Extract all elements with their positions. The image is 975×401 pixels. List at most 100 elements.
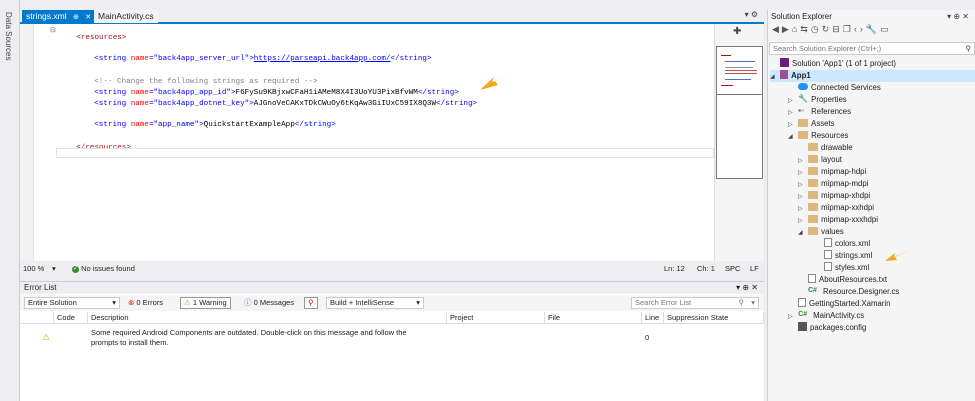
data-sources-rail[interactable]: Data Sources	[0, 0, 20, 401]
row-line: 0	[645, 333, 650, 342]
tree-item-mipmap-xxhdpi[interactable]: ▷ mipmap-xxhdpi	[798, 202, 874, 214]
column-header-description[interactable]: Description	[88, 312, 447, 324]
chevron-down-icon[interactable]: ▾	[751, 298, 755, 308]
expanded-icon[interactable]: ◢	[770, 71, 778, 83]
search-icon[interactable]: ⚲	[966, 43, 972, 54]
tree-item-connected-services[interactable]: Connected Services	[798, 82, 881, 94]
editor-minimap-scrollbar[interactable]: ✚	[714, 24, 764, 261]
chevron-down-icon: ▾	[112, 298, 116, 307]
row-description-line-2: prompts to install them.	[91, 338, 169, 347]
folder-icon	[808, 214, 819, 223]
warnings-filter-button[interactable]: ⚠ 1 Warning	[180, 297, 231, 309]
csharp-icon: C#	[798, 311, 808, 318]
zoom-dropdown-icon[interactable]: ▾	[52, 264, 56, 273]
view-code-icon[interactable]: ‹›	[854, 24, 866, 34]
properties-icon[interactable]: 🔧	[866, 24, 880, 34]
whitespace-mode[interactable]: SPC	[725, 264, 740, 273]
collapse-all-icon[interactable]: ⊟	[832, 24, 843, 34]
error-list-search-input[interactable]: Search Error List ⚲ ▾	[631, 297, 759, 309]
show-all-files-icon[interactable]: ❐	[843, 24, 854, 34]
editor-gutter	[20, 24, 34, 261]
tree-item-mipmap-mdpi[interactable]: ▷ mipmap-mdpi	[798, 178, 868, 190]
server-url-link[interactable]: https://parseapi.back4app.com/	[254, 55, 391, 63]
expanded-icon[interactable]: ◢	[798, 227, 806, 239]
error-table-header: Code Description Project File Line Suppr…	[20, 312, 764, 324]
line-ending[interactable]: LF	[750, 264, 759, 273]
tree-item-mipmap-hdpi[interactable]: ▷ mipmap-hdpi	[798, 166, 866, 178]
solution-explorer-title: Solution Explorer	[771, 12, 832, 21]
tree-item-styles-xml[interactable]: styles.xml	[824, 262, 869, 274]
tree-item-drawable[interactable]: drawable	[808, 142, 853, 154]
package-icon	[798, 322, 807, 332]
column-header-suppression[interactable]: Suppression State	[664, 312, 764, 324]
tree-item-resources[interactable]: ◢ Resources	[788, 130, 848, 142]
column-header-project[interactable]: Project	[447, 312, 545, 324]
check-circle-icon: ✓	[72, 265, 79, 273]
tree-item-solution[interactable]: Solution 'App1' (1 of 1 project)	[780, 58, 896, 70]
errors-filter-button[interactable]: ⊗ 0 Errors	[124, 297, 167, 309]
references-icon: ▪▫	[798, 106, 804, 115]
column-header-code[interactable]: Code	[54, 312, 88, 324]
tree-item-gettingstarted[interactable]: GettingStarted.Xamarin	[798, 298, 890, 310]
minimap-viewport[interactable]	[716, 46, 763, 179]
tree-item-mipmap-xhdpi[interactable]: ▷ mipmap-xhdpi	[798, 190, 870, 202]
tree-item-strings-xml[interactable]: strings.xml	[824, 250, 872, 262]
expanded-icon[interactable]: ◢	[788, 131, 796, 143]
collapsed-icon[interactable]: ▷	[788, 311, 796, 323]
solution-explorer-panel: Solution Explorer ▾ ⊕ ✕ ◀▶⌂⇆◷↻⊟❐‹›🔧▭ Sea…	[767, 10, 975, 401]
tree-item-references[interactable]: ▷ ▪▫ References	[788, 106, 851, 118]
tree-item-app1[interactable]: ◢ App1	[770, 70, 975, 82]
back-icon[interactable]: ◀	[772, 24, 782, 34]
scope-dropdown[interactable]: Entire Solution ▾	[24, 297, 120, 309]
tree-item-values[interactable]: ◢ values	[798, 226, 844, 238]
messages-filter-button[interactable]: ⓘ 0 Messages	[240, 297, 298, 309]
forward-icon[interactable]: ▶	[782, 24, 792, 34]
code-editor[interactable]: ⊟ <resources> <string name="back4app_ser…	[20, 24, 717, 261]
error-list-header: Error List ▾ ⊕ ✕	[20, 282, 764, 294]
refresh-icon[interactable]: ↻	[822, 24, 833, 34]
panel-controls-icon[interactable]: ▾ ⊕ ✕	[736, 282, 758, 294]
pending-changes-icon[interactable]: ◷	[811, 24, 822, 34]
issues-indicator[interactable]: ✓ No issues found	[72, 264, 135, 273]
sync-icon[interactable]: ⇆	[800, 24, 811, 34]
preview-icon[interactable]: ▭	[880, 24, 892, 34]
build-filter-value: Build + IntelliSense	[330, 298, 394, 307]
collapse-icon[interactable]: ⊟	[50, 26, 56, 34]
build-filter-dropdown[interactable]: Build + IntelliSense ▾	[326, 297, 424, 309]
zoom-level[interactable]: 100 %	[23, 264, 44, 273]
search-icon[interactable]: ⚲	[739, 298, 745, 308]
solution-explorer-toolbar[interactable]: ◀▶⌂⇆◷↻⊟❐‹›🔧▭	[768, 24, 975, 40]
solution-explorer-search-input[interactable]: Search Solution Explorer (Ctrl+;) ⚲	[769, 42, 975, 55]
line-number: Ln: 12	[664, 264, 685, 273]
column-number: Ch: 1	[697, 264, 715, 273]
tree-item-mipmap-xxxhdpi[interactable]: ▷ mipmap-xxxhdpi	[798, 214, 878, 226]
close-icon[interactable]: ✕	[85, 14, 91, 21]
tab-mainactivity-cs[interactable]: MainActivity.cs	[94, 10, 158, 23]
tree-item-mainactivity[interactable]: ▷ C# MainActivity.cs	[788, 310, 864, 322]
tab-overflow-icon[interactable]: ▾ ⚙	[745, 10, 758, 19]
filter-toggle-button[interactable]: ⚲	[304, 297, 318, 309]
tree-item-properties[interactable]: ▷ 🔧 Properties	[788, 94, 847, 106]
tab-strings-xml[interactable]: strings.xml ⊕ ✕	[22, 10, 96, 23]
tree-item-packages-config[interactable]: packages.config	[798, 322, 866, 334]
column-header-file[interactable]: File	[545, 312, 642, 324]
data-sources-label[interactable]: Data Sources	[4, 12, 13, 60]
column-header-icon[interactable]	[20, 312, 54, 324]
tree-item-colors-xml[interactable]: colors.xml	[824, 238, 870, 250]
table-row[interactable]: ⚠ Some required Android Components are o…	[20, 326, 764, 348]
issues-text: No issues found	[81, 264, 135, 273]
split-window-icon[interactable]: ✚	[733, 26, 741, 37]
minimap-line	[725, 61, 755, 62]
connected-services-icon	[798, 83, 808, 91]
minimap-line	[721, 55, 731, 56]
warning-icon: ⚠	[42, 332, 51, 342]
tree-item-resource-designer[interactable]: C# Resource.Designer.cs	[808, 286, 899, 298]
folder-icon	[808, 166, 819, 175]
pin-icon[interactable]: ⊕	[73, 14, 79, 21]
folder-icon	[808, 142, 818, 151]
tree-item-layout[interactable]: ▷ layout	[798, 154, 842, 166]
panel-controls-icon[interactable]: ▾ ⊕ ✕	[947, 12, 969, 21]
tree-item-assets[interactable]: ▷ Assets	[788, 118, 835, 130]
column-header-line[interactable]: Line	[642, 312, 664, 324]
folder-icon	[808, 202, 819, 211]
